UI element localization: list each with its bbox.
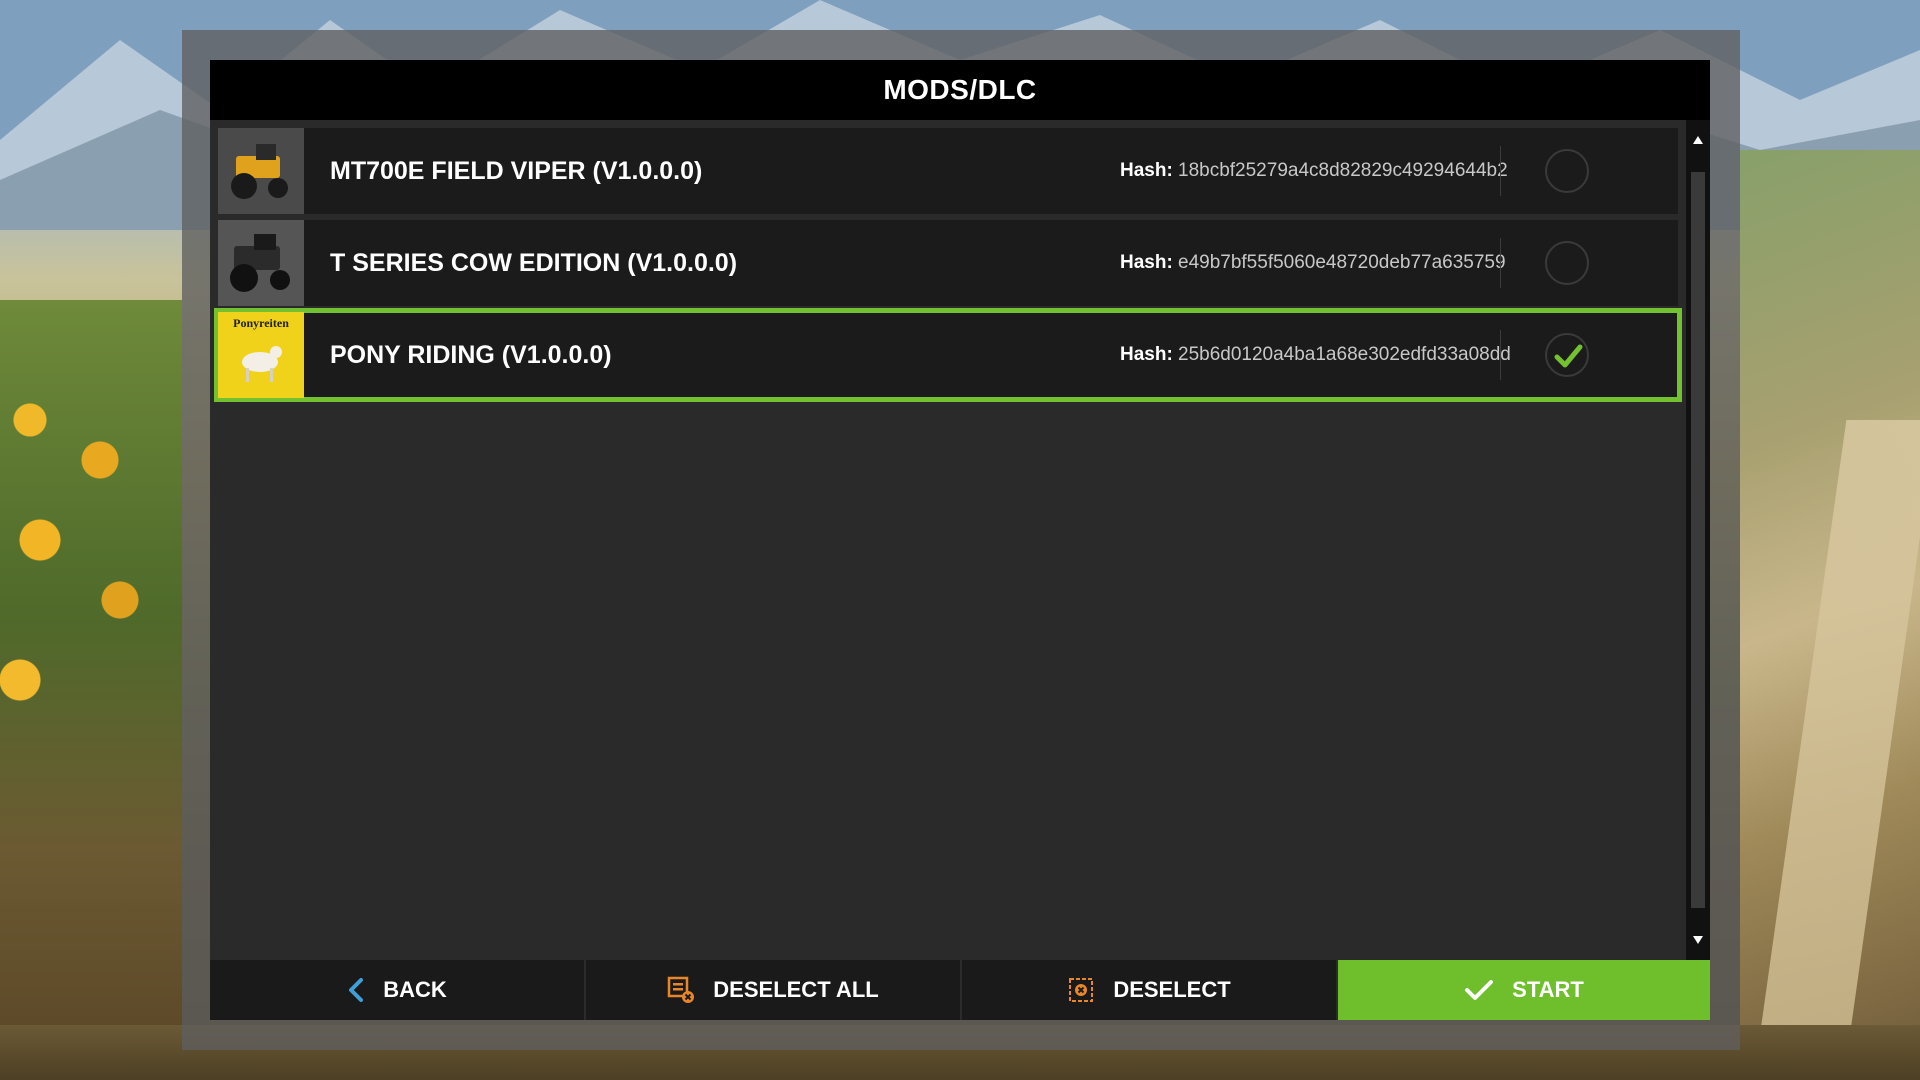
row-divider [1500, 146, 1501, 196]
list-scrollbar[interactable] [1686, 120, 1710, 960]
scroll-track[interactable] [1691, 172, 1705, 908]
row-divider [1500, 238, 1501, 288]
row-divider [1500, 330, 1501, 380]
arrow-down-icon [1693, 936, 1703, 944]
select-checkbox[interactable] [1545, 241, 1589, 285]
pony-thumb-caption: Ponyreiten [233, 316, 289, 330]
checkmark-icon [1554, 344, 1583, 368]
back-label: BACK [383, 977, 447, 1002]
mods-list: MT700E FIELD VIPER (V1.0.0.0) Hash: 18bc… [210, 120, 1686, 960]
mod-name: PONY RIDING (V1.0.0.0) [330, 341, 612, 369]
scroll-down-button[interactable] [1686, 920, 1710, 960]
hash-value: 25b6d0120a4ba1a68e302edfd33a08dd [1178, 344, 1511, 365]
hash-value: e49b7bf55f5060e48720deb77a635759 [1178, 252, 1506, 273]
footer-buttons: BACK DESELECT ALL DESELECT START [210, 960, 1710, 1020]
mod-name: T SERIES COW EDITION (V1.0.0.0) [330, 249, 738, 277]
hash-value: 18bcbf25279a4c8d82829c49294644b2 [1178, 160, 1508, 181]
mod-name: MT700E FIELD VIPER (V1.0.0.0) [330, 157, 703, 185]
mod-row[interactable]: MT700E FIELD VIPER (V1.0.0.0) Hash: 18bc… [218, 128, 1678, 214]
mod-row[interactable]: T SERIES COW EDITION (V1.0.0.0) Hash: e4… [218, 220, 1678, 306]
back-button[interactable]: BACK [210, 960, 584, 1020]
chevron-left-icon [347, 977, 365, 1003]
deselect-label: DESELECT [1113, 977, 1231, 1002]
deselect-all-icon [667, 976, 695, 1004]
deselect-all-button[interactable]: DESELECT ALL [584, 960, 960, 1020]
mod-row-selected[interactable]: Ponyreiten PONY RIDING (V1.0.0.0) Hash: … [214, 308, 1682, 402]
scroll-up-button[interactable] [1686, 120, 1710, 160]
mods-dialog: MODS/DLC MT700E FIELD VIPER (V1.0.0.0) H… [210, 60, 1710, 1020]
tractor-thumbnail-icon [218, 220, 304, 306]
select-checkbox-checked[interactable] [1545, 333, 1589, 377]
hash-label: Hash: [1120, 344, 1173, 365]
start-label: START [1512, 977, 1584, 1002]
dialog-header: MODS/DLC [210, 60, 1710, 120]
start-button[interactable]: START [1336, 960, 1710, 1020]
arrow-up-icon [1693, 136, 1703, 144]
deselect-button[interactable]: DESELECT [960, 960, 1336, 1020]
select-checkbox[interactable] [1545, 149, 1589, 193]
deselect-all-label: DESELECT ALL [713, 977, 879, 1002]
pony-thumbnail-icon: Ponyreiten [218, 312, 304, 398]
deselect-icon [1067, 976, 1095, 1004]
sunflower-field [0, 300, 182, 1080]
dialog-title: MODS/DLC [883, 74, 1037, 105]
hash-label: Hash: [1120, 160, 1173, 181]
checkmark-icon [1464, 978, 1494, 1002]
tractor-thumbnail-icon [218, 128, 304, 214]
hash-label: Hash: [1120, 252, 1173, 273]
